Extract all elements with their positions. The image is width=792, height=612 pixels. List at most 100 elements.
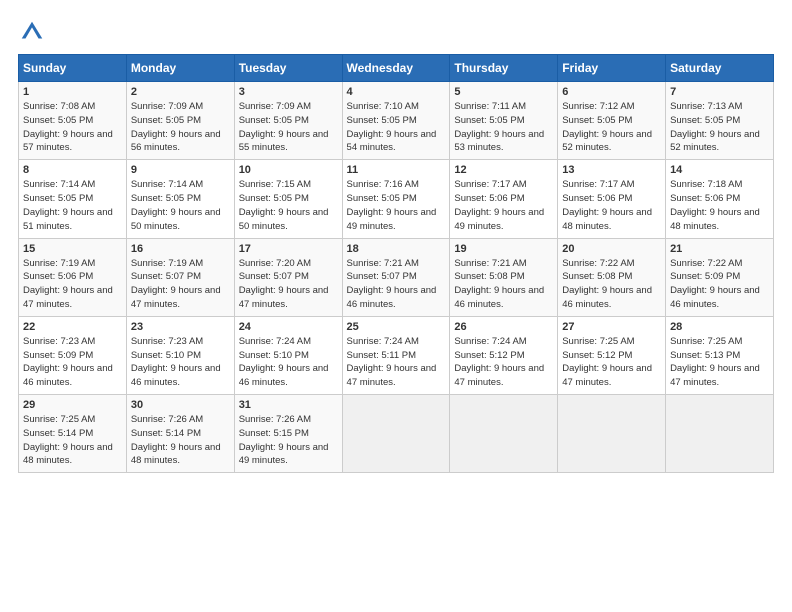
day-detail: Sunrise: 7:25 AMSunset: 5:13 PMDaylight:… <box>670 336 760 388</box>
day-number: 12 <box>454 164 553 176</box>
calendar-cell: 28 Sunrise: 7:25 AMSunset: 5:13 PMDayligh… <box>666 316 774 394</box>
calendar-cell: 3Sunrise: 7:09 AMSunset: 5:05 PMDaylight… <box>234 82 342 160</box>
calendar-cell: 23 Sunrise: 7:23 AMSunset: 5:10 PMDayligh… <box>126 316 234 394</box>
day-detail: Sunrise: 7:19 AMSunset: 5:06 PMDaylight:… <box>23 258 113 310</box>
calendar-cell: 18 Sunrise: 7:21 AMSunset: 5:07 PMDayligh… <box>342 238 450 316</box>
calendar-cell: 15Sunrise: 7:19 AMSunset: 5:06 PMDayligh… <box>19 238 127 316</box>
day-detail: Sunrise: 7:22 AMSunset: 5:08 PMDaylight:… <box>562 258 652 310</box>
col-header-friday: Friday <box>558 55 666 82</box>
day-number: 30 <box>131 399 230 411</box>
calendar-cell: 19 Sunrise: 7:21 AMSunset: 5:08 PMDayligh… <box>450 238 558 316</box>
day-number: 6 <box>562 86 661 98</box>
col-header-saturday: Saturday <box>666 55 774 82</box>
calendar-cell: 25 Sunrise: 7:24 AMSunset: 5:11 PMDayligh… <box>342 316 450 394</box>
header-row <box>18 18 774 46</box>
calendar-cell: 7Sunrise: 7:13 AMSunset: 5:05 PMDaylight… <box>666 82 774 160</box>
logo <box>18 18 50 46</box>
day-number: 11 <box>347 164 446 176</box>
day-number: 13 <box>562 164 661 176</box>
col-header-sunday: Sunday <box>19 55 127 82</box>
day-number: 26 <box>454 321 553 333</box>
calendar-cell: 1 Sunrise: 7:08 AMSunset: 5:05 PMDaylight… <box>19 82 127 160</box>
day-detail: Sunrise: 7:26 AMSunset: 5:15 PMDaylight:… <box>239 414 329 466</box>
calendar-cell: 30 Sunrise: 7:26 AMSunset: 5:14 PMDayligh… <box>126 395 234 473</box>
col-header-wednesday: Wednesday <box>342 55 450 82</box>
calendar-cell: 11 Sunrise: 7:16 AMSunset: 5:05 PMDayligh… <box>342 160 450 238</box>
day-number: 16 <box>131 243 230 255</box>
calendar-cell: 16 Sunrise: 7:19 AMSunset: 5:07 PMDayligh… <box>126 238 234 316</box>
calendar-cell: 4 Sunrise: 7:10 AMSunset: 5:05 PMDaylight… <box>342 82 450 160</box>
day-number: 8 <box>23 164 122 176</box>
day-number: 9 <box>131 164 230 176</box>
logo-icon <box>18 18 46 46</box>
day-number: 5 <box>454 86 553 98</box>
day-number: 31 <box>239 399 338 411</box>
day-number: 29 <box>23 399 122 411</box>
calendar-cell: 20 Sunrise: 7:22 AMSunset: 5:08 PMDayligh… <box>558 238 666 316</box>
day-number: 24 <box>239 321 338 333</box>
day-detail: Sunrise: 7:08 AMSunset: 5:05 PMDaylight:… <box>23 101 113 153</box>
day-number: 20 <box>562 243 661 255</box>
calendar-cell: 22 Sunrise: 7:23 AMSunset: 5:09 PMDayligh… <box>19 316 127 394</box>
day-detail: Sunrise: 7:21 AMSunset: 5:07 PMDaylight:… <box>347 258 437 310</box>
day-detail: Sunrise: 7:23 AMSunset: 5:10 PMDaylight:… <box>131 336 221 388</box>
calendar-cell: 31 Sunrise: 7:26 AMSunset: 5:15 PMDayligh… <box>234 395 342 473</box>
calendar-cell <box>450 395 558 473</box>
day-detail: Sunrise: 7:24 AMSunset: 5:11 PMDaylight:… <box>347 336 437 388</box>
week-row-1: 1 Sunrise: 7:08 AMSunset: 5:05 PMDaylight… <box>19 82 774 160</box>
day-detail: Sunrise: 7:25 AMSunset: 5:14 PMDaylight:… <box>23 414 113 466</box>
calendar-cell <box>558 395 666 473</box>
calendar-table: SundayMondayTuesdayWednesdayThursdayFrid… <box>18 54 774 473</box>
day-detail: Sunrise: 7:11 AMSunset: 5:05 PMDaylight:… <box>454 101 544 153</box>
day-number: 17 <box>239 243 338 255</box>
day-detail: Sunrise: 7:18 AMSunset: 5:06 PMDaylight:… <box>670 179 760 231</box>
week-row-4: 22 Sunrise: 7:23 AMSunset: 5:09 PMDayligh… <box>19 316 774 394</box>
day-number: 21 <box>670 243 769 255</box>
calendar-cell <box>666 395 774 473</box>
calendar-cell: 26Sunrise: 7:24 AMSunset: 5:12 PMDayligh… <box>450 316 558 394</box>
calendar-cell: 5 Sunrise: 7:11 AMSunset: 5:05 PMDaylight… <box>450 82 558 160</box>
calendar-cell: 9 Sunrise: 7:14 AMSunset: 5:05 PMDaylight… <box>126 160 234 238</box>
calendar-cell: 6 Sunrise: 7:12 AMSunset: 5:05 PMDaylight… <box>558 82 666 160</box>
day-number: 23 <box>131 321 230 333</box>
calendar-cell: 17 Sunrise: 7:20 AMSunset: 5:07 PMDayligh… <box>234 238 342 316</box>
calendar-cell: 27Sunrise: 7:25 AMSunset: 5:12 PMDayligh… <box>558 316 666 394</box>
day-number: 4 <box>347 86 446 98</box>
day-number: 28 <box>670 321 769 333</box>
day-detail: Sunrise: 7:15 AMSunset: 5:05 PMDaylight:… <box>239 179 329 231</box>
day-detail: Sunrise: 7:26 AMSunset: 5:14 PMDaylight:… <box>131 414 221 466</box>
day-detail: Sunrise: 7:16 AMSunset: 5:05 PMDaylight:… <box>347 179 437 231</box>
calendar-cell <box>342 395 450 473</box>
day-number: 27 <box>562 321 661 333</box>
header-row-days: SundayMondayTuesdayWednesdayThursdayFrid… <box>19 55 774 82</box>
calendar-cell: 14Sunrise: 7:18 AMSunset: 5:06 PMDayligh… <box>666 160 774 238</box>
day-detail: Sunrise: 7:09 AMSunset: 5:05 PMDaylight:… <box>131 101 221 153</box>
day-detail: Sunrise: 7:21 AMSunset: 5:08 PMDaylight:… <box>454 258 544 310</box>
day-detail: Sunrise: 7:20 AMSunset: 5:07 PMDaylight:… <box>239 258 329 310</box>
week-row-2: 8 Sunrise: 7:14 AMSunset: 5:05 PMDaylight… <box>19 160 774 238</box>
day-number: 1 <box>23 86 122 98</box>
day-detail: Sunrise: 7:19 AMSunset: 5:07 PMDaylight:… <box>131 258 221 310</box>
day-number: 25 <box>347 321 446 333</box>
day-detail: Sunrise: 7:24 AMSunset: 5:10 PMDaylight:… <box>239 336 329 388</box>
day-number: 22 <box>23 321 122 333</box>
calendar-cell: 13 Sunrise: 7:17 AMSunset: 5:06 PMDayligh… <box>558 160 666 238</box>
calendar-cell: 8 Sunrise: 7:14 AMSunset: 5:05 PMDaylight… <box>19 160 127 238</box>
week-row-3: 15Sunrise: 7:19 AMSunset: 5:06 PMDayligh… <box>19 238 774 316</box>
day-detail: Sunrise: 7:17 AMSunset: 5:06 PMDaylight:… <box>454 179 544 231</box>
week-row-5: 29 Sunrise: 7:25 AMSunset: 5:14 PMDayligh… <box>19 395 774 473</box>
day-detail: Sunrise: 7:14 AMSunset: 5:05 PMDaylight:… <box>23 179 113 231</box>
day-detail: Sunrise: 7:12 AMSunset: 5:05 PMDaylight:… <box>562 101 652 153</box>
day-number: 7 <box>670 86 769 98</box>
col-header-thursday: Thursday <box>450 55 558 82</box>
day-detail: Sunrise: 7:17 AMSunset: 5:06 PMDaylight:… <box>562 179 652 231</box>
day-detail: Sunrise: 7:23 AMSunset: 5:09 PMDaylight:… <box>23 336 113 388</box>
day-number: 19 <box>454 243 553 255</box>
day-detail: Sunrise: 7:10 AMSunset: 5:05 PMDaylight:… <box>347 101 437 153</box>
calendar-cell: 29 Sunrise: 7:25 AMSunset: 5:14 PMDayligh… <box>19 395 127 473</box>
day-number: 18 <box>347 243 446 255</box>
calendar-cell: 21 Sunrise: 7:22 AMSunset: 5:09 PMDayligh… <box>666 238 774 316</box>
calendar-cell: 2Sunrise: 7:09 AMSunset: 5:05 PMDaylight… <box>126 82 234 160</box>
day-detail: Sunrise: 7:14 AMSunset: 5:05 PMDaylight:… <box>131 179 221 231</box>
day-detail: Sunrise: 7:22 AMSunset: 5:09 PMDaylight:… <box>670 258 760 310</box>
